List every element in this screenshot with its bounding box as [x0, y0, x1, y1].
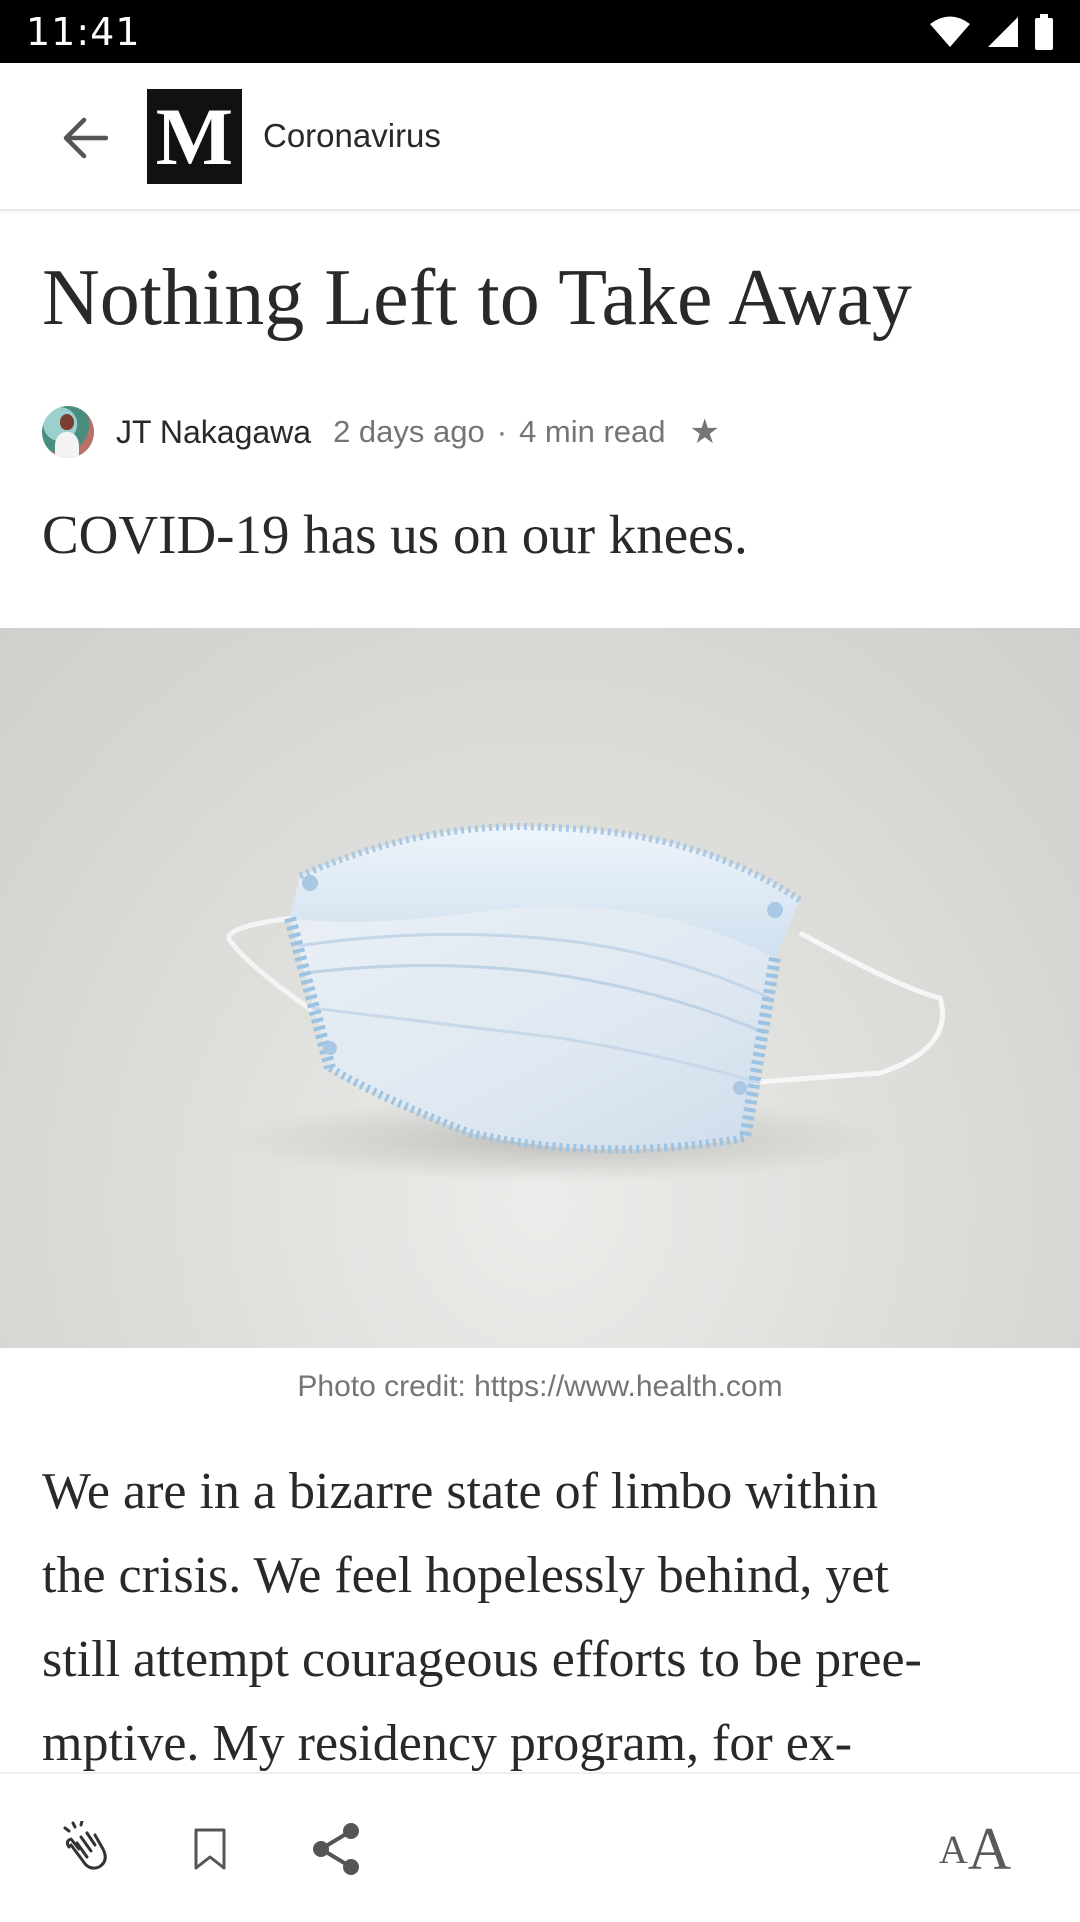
app-bar: M Coronavirus	[0, 63, 1080, 211]
battery-icon	[1035, 14, 1053, 50]
status-icons	[928, 12, 1054, 52]
cellular-signal-icon	[988, 17, 1018, 47]
article-hero-image[interactable]	[0, 628, 1080, 1348]
body-line: the crisis. We feel hopelessly behind, y…	[42, 1547, 889, 1604]
publication-logo[interactable]: M	[147, 89, 242, 184]
author-avatar[interactable]	[42, 406, 94, 458]
arrow-left-icon	[63, 117, 108, 159]
clap-icon	[63, 1821, 107, 1870]
surgical-mask-illustration	[226, 823, 945, 1182]
meta-separator: ·	[496, 414, 508, 449]
star-icon: ★	[689, 412, 721, 452]
article-body: We are in a bizarre state of limbo withi…	[42, 1450, 1052, 1786]
share-button[interactable]	[302, 1814, 372, 1884]
publication-name[interactable]: Coronavirus	[263, 117, 441, 155]
posted-time: 2 days ago	[333, 414, 485, 449]
back-button[interactable]	[52, 105, 118, 171]
body-line: We are in a bizarre state of limbo withi…	[42, 1463, 879, 1520]
bottom-toolbar: AA	[0, 1772, 1080, 1922]
text-size-large-label: A	[967, 1815, 1012, 1882]
avatar-body	[55, 432, 79, 458]
byline: JT Nakagawa 2 days ago · 4 min read ★	[42, 405, 720, 459]
bookmark-icon	[194, 1828, 226, 1870]
author-name[interactable]: JT Nakagawa	[116, 414, 311, 451]
clap-button[interactable]	[50, 1814, 120, 1884]
status-time: 11:41	[26, 10, 141, 54]
bookmark-button[interactable]	[175, 1814, 245, 1884]
share-icon	[313, 1823, 359, 1875]
post-meta: 2 days ago · 4 min read	[333, 414, 665, 450]
read-time: 4 min read	[519, 414, 666, 449]
wifi-icon	[930, 16, 970, 47]
image-caption: Photo credit: https://www.health.com	[297, 1370, 783, 1403]
avatar-head	[60, 414, 74, 430]
text-size-small-label: A	[938, 1826, 968, 1872]
status-bar: 11:41	[0, 0, 1080, 63]
article-subtitle: COVID-19 has us on our knees.	[42, 504, 748, 565]
body-line: still attempt courageous efforts to be p…	[42, 1631, 922, 1688]
article-title: Nothing Left to Take Away	[42, 254, 912, 342]
text-size-button[interactable]: AA	[910, 1814, 1040, 1884]
